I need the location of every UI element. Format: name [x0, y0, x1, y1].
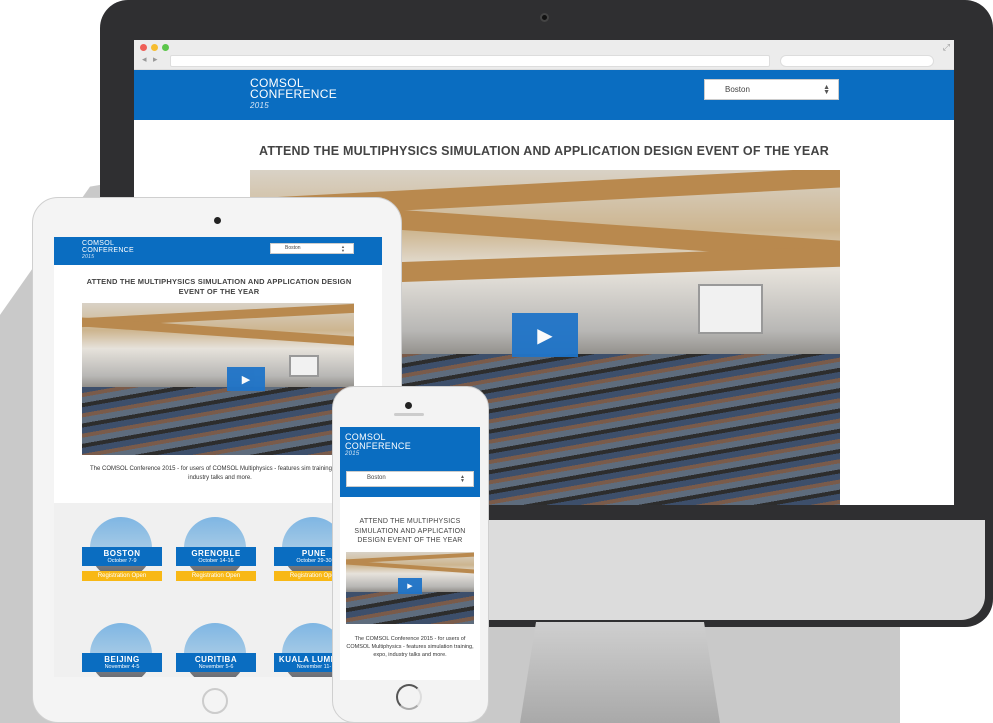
phone-speaker: [394, 413, 424, 416]
logo-year: 2015: [82, 254, 95, 260]
site-header: COMSOL CONFERENCE 2015 Boston ▲ ▼: [134, 70, 954, 120]
city-dates: October 7-9: [107, 558, 137, 564]
phone-camera-icon: [405, 402, 412, 409]
city-select[interactable]: Boston ▲ ▼: [704, 79, 839, 100]
conference-card-beijing[interactable]: BEIJING November 4-5: [82, 623, 162, 677]
monitor-stand: [520, 622, 720, 723]
maximize-window-icon[interactable]: [162, 44, 169, 51]
conference-card-boston[interactable]: BOSTON October 7-9 Registration Open: [82, 517, 162, 581]
phone-site-header: COMSOL CONFERENCE 2015 Boston ▲ ▼: [340, 427, 480, 497]
phone-screen: COMSOL CONFERENCE 2015 Boston ▲ ▼ ATTEND …: [340, 427, 480, 680]
play-icon[interactable]: ▶: [512, 313, 578, 357]
city-dates: November 4-5: [104, 664, 140, 670]
logo-year: 2015: [345, 451, 360, 457]
city-select-value: Boston: [285, 245, 301, 251]
phone-conference-video[interactable]: ▶: [346, 552, 474, 624]
tablet-site-header: COMSOL CONFERENCE 2015 Boston ▲ ▼: [54, 237, 382, 265]
updown-chevron-icon: ▲ ▼: [460, 474, 465, 484]
city-name: GRENOBLE: [191, 549, 241, 558]
page-headline: ATTEND THE MULTIPHYSICS SIMULATION AND A…: [259, 144, 829, 158]
webcam-icon: [540, 13, 549, 22]
phone-page-headline: ATTEND THE MULTIPHYSICS SIMULATION AND A…: [354, 518, 466, 544]
tablet-city-select[interactable]: Boston ▲ ▼: [270, 243, 354, 254]
play-icon[interactable]: ▶: [398, 578, 422, 594]
tablet-camera-icon: [214, 217, 221, 224]
city-name: BEIJING: [104, 655, 140, 664]
tablet-conference-video[interactable]: ▶: [82, 303, 354, 455]
tablet-conference-logo[interactable]: COMSOL CONFERENCE 2015: [82, 240, 134, 261]
logo-line-2: CONFERENCE: [250, 87, 338, 101]
minimize-window-icon[interactable]: [151, 44, 158, 51]
forward-arrow-icon[interactable]: ▸: [153, 54, 158, 65]
registration-badge[interactable]: Registration Open: [176, 571, 256, 581]
registration-badge[interactable]: Registration Open: [82, 571, 162, 581]
loading-spinner-icon[interactable]: [396, 684, 422, 710]
conference-logo[interactable]: COMSOL CONFERENCE 2015: [250, 77, 338, 111]
conference-card-grenoble[interactable]: GRENOBLE October 14-16 Registration Open: [176, 517, 256, 581]
phone-conference-logo[interactable]: COMSOL CONFERENCE 2015: [345, 433, 411, 459]
address-bar[interactable]: [170, 55, 770, 67]
updown-chevron-icon: ▲ ▼: [823, 84, 830, 96]
logo-line-2: CONFERENCE: [345, 440, 412, 451]
close-window-icon[interactable]: [140, 44, 147, 51]
browser-chrome: ◂ ▸ + ⤢: [134, 40, 954, 70]
city-dates: October 14-16: [198, 558, 234, 564]
city-name: BOSTON: [103, 549, 141, 558]
tablet-intro-text: The COMSOL Conference 2015 - for users o…: [90, 466, 350, 481]
conference-card-curitiba[interactable]: CURITIBA November 5-6: [176, 623, 256, 677]
phone-city-select[interactable]: Boston ▲ ▼: [346, 471, 474, 487]
logo-year: 2015: [250, 101, 269, 110]
play-icon[interactable]: ▶: [227, 367, 265, 391]
tablet-page-headline: ATTEND THE MULTIPHYSICS SIMULATION AND A…: [86, 277, 352, 296]
updown-chevron-icon: ▲ ▼: [341, 244, 345, 253]
city-name: CURITIBA: [194, 655, 238, 664]
city-select-value: Boston: [725, 85, 750, 94]
tablet-home-button[interactable]: [202, 688, 228, 714]
phone-intro-text: The COMSOL Conference 2015 - for users o…: [346, 636, 474, 658]
city-select-value: Boston: [367, 475, 386, 481]
expand-icon[interactable]: ⤢: [943, 42, 950, 53]
city-dates: November 5-6: [198, 664, 234, 670]
browser-search-field[interactable]: [780, 55, 934, 67]
back-arrow-icon[interactable]: ◂: [142, 54, 147, 65]
